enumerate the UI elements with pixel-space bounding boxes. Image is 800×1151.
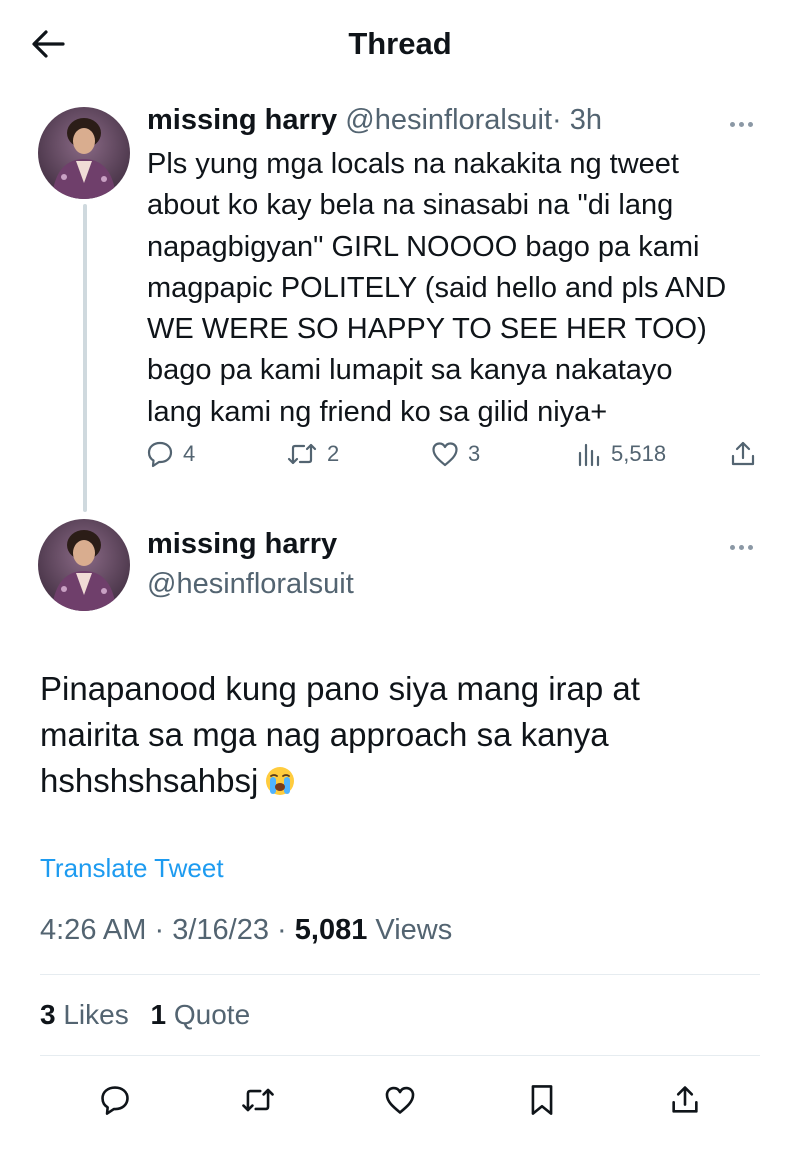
tweet-date[interactable]: 3/16/23	[172, 914, 269, 946]
share-icon	[672, 1086, 698, 1113]
tweet-action-bar	[0, 1078, 800, 1122]
quotes-stat[interactable]: 1 Quote	[151, 999, 251, 1030]
like-button[interactable]	[378, 1078, 422, 1122]
tweet-text-line: about ko kay bela na sinasabi na "di lan…	[147, 189, 674, 222]
timestamp[interactable]: · 3h	[552, 104, 602, 136]
tweet-text: Pinapanood kung pano siya mang irap at m…	[40, 666, 760, 804]
views-button[interactable]: 5,518	[575, 436, 666, 472]
tweet-time[interactable]: 4:26 AM	[40, 914, 146, 946]
loudly-crying-face-emoji	[266, 767, 295, 795]
retweet-button[interactable]: 2	[285, 436, 339, 472]
separator-dot: ·	[154, 914, 165, 946]
tweet-text-line: magpapic POLITELY (said hello and pls AN…	[147, 271, 727, 304]
avatar[interactable]	[38, 107, 130, 199]
likes-label: Likes	[63, 999, 129, 1030]
tweet-header: missing harry @hesinfloralsuit· 3h	[147, 104, 602, 137]
heart-icon	[432, 442, 458, 467]
translate-tweet-link[interactable]: Translate Tweet	[40, 853, 224, 884]
more-button[interactable]	[721, 535, 761, 559]
retweet-icon	[287, 443, 317, 465]
reply-count: 4	[183, 441, 196, 466]
analytics-icon	[578, 443, 600, 467]
tweet-text-line: hshshshsahbsj	[40, 758, 760, 804]
tweet-text-line: Pls yung mga locals na nakakita ng tweet	[147, 148, 679, 180]
tweet-stats: 3 Likes 1 Quote	[40, 999, 264, 1031]
tweet-text-line: bago pa kami lumapit sa kanya nakatayo	[147, 354, 673, 387]
reply-button[interactable]: 4	[145, 436, 195, 472]
tweet-metadata: 4:26 AM · 3/16/23 · 5,081 Views	[40, 914, 452, 947]
divider	[40, 1055, 760, 1056]
share-button[interactable]	[663, 1078, 707, 1122]
header: Thread	[0, 0, 800, 90]
handle[interactable]: @hesinfloralsuit	[147, 568, 354, 601]
tweet-text-line: lang kami ng friend ko sa gilid niya+	[147, 395, 608, 428]
avatar[interactable]	[38, 519, 130, 611]
divider	[40, 974, 760, 975]
like-button[interactable]: 3	[430, 436, 480, 472]
display-name[interactable]: missing harry	[147, 528, 337, 561]
retweet-count: 2	[327, 441, 340, 466]
bookmark-button[interactable]	[520, 1078, 564, 1122]
heart-icon	[385, 1086, 415, 1114]
display-name[interactable]: missing harry	[147, 104, 337, 136]
avatar-image	[38, 519, 130, 611]
retweet-icon	[242, 1088, 274, 1112]
reply-button[interactable]	[93, 1078, 137, 1122]
quotes-count: 1	[150, 999, 167, 1030]
tweet-text-line: napagbigyan" GIRL NOOOO bago pa kami	[147, 230, 700, 263]
like-count: 3	[468, 441, 481, 466]
share-icon	[731, 441, 755, 466]
likes-stat[interactable]: 3 Likes	[40, 999, 129, 1030]
tweet-text-line: WE WERE SO HAPPY TO SEE HER TOO)	[147, 313, 707, 346]
more-dots-icon	[729, 544, 735, 550]
thread-connector-line	[83, 204, 87, 512]
views-count: 5,081	[294, 914, 368, 946]
tweet-text-fragment: hshshshsahbsj	[40, 762, 259, 799]
tweet-text-line: Pinapanood kung pano siya mang irap at	[40, 670, 640, 707]
comment-icon	[101, 1086, 129, 1115]
quotes-label: Quote	[173, 999, 251, 1030]
page-title: Thread	[348, 26, 452, 61]
bookmark-icon	[531, 1085, 553, 1115]
views-label: Views	[375, 914, 453, 946]
tweet-text-line: mairita sa mga nag approach sa kanya	[40, 716, 609, 753]
separator-dot: ·	[277, 914, 287, 946]
likes-count: 3	[40, 999, 56, 1030]
more-button[interactable]	[721, 112, 761, 136]
comment-icon	[147, 441, 173, 468]
views-count: 5,518	[611, 441, 667, 466]
share-button[interactable]	[728, 436, 758, 472]
avatar-image	[38, 107, 130, 199]
retweet-button[interactable]	[236, 1078, 280, 1122]
handle[interactable]: @hesinfloralsuit	[345, 104, 552, 136]
more-dots-icon	[729, 121, 735, 127]
tweet-action-bar: 4 2 3 5,518	[145, 436, 765, 472]
tweet-text: Pls yung mga locals na nakakita ng tweet…	[147, 144, 777, 433]
